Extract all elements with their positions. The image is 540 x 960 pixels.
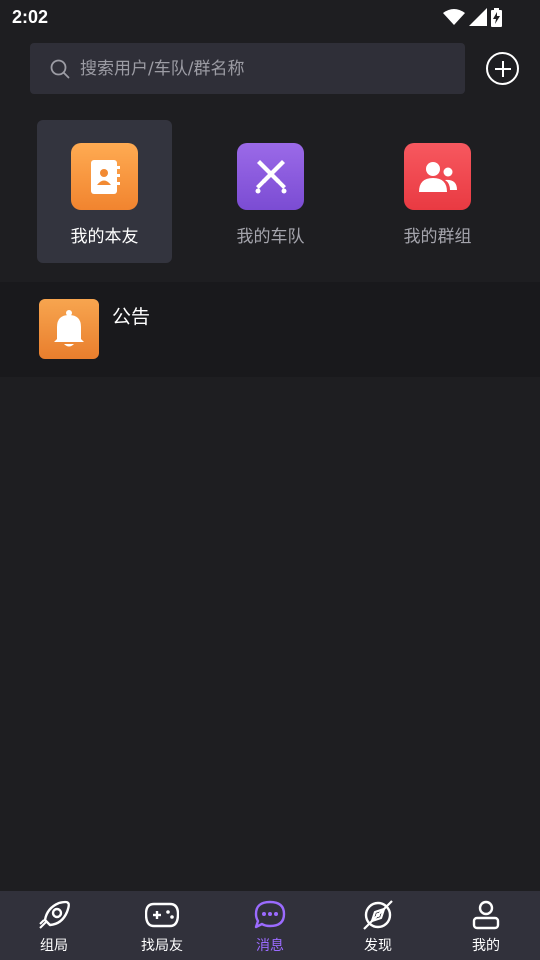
bottom-nav: 组局 找局友 消息 发现 我的 bbox=[0, 891, 540, 960]
nav-item-organize[interactable]: 组局 bbox=[0, 891, 108, 960]
contact-book-icon bbox=[71, 143, 138, 210]
notice-title: 公告 bbox=[112, 306, 151, 328]
nav-item-messages[interactable]: 消息 bbox=[216, 891, 324, 960]
wifi-icon bbox=[443, 9, 465, 25]
search-bar-row bbox=[0, 34, 540, 108]
category-my-groups[interactable]: 我的群组 bbox=[370, 120, 505, 263]
nav-label: 我的 bbox=[472, 938, 500, 954]
compass-icon bbox=[362, 899, 394, 931]
nav-label: 组局 bbox=[40, 938, 68, 954]
nav-item-discover[interactable]: 发现 bbox=[324, 891, 432, 960]
notice-list-item[interactable]: 公告 bbox=[0, 282, 540, 377]
bell-icon bbox=[39, 299, 99, 359]
nav-label: 发现 bbox=[364, 938, 392, 954]
category-label: 我的群组 bbox=[403, 227, 472, 247]
nav-label: 消息 bbox=[256, 938, 284, 954]
plus-circle-icon bbox=[494, 60, 511, 77]
add-button[interactable] bbox=[486, 52, 519, 85]
status-icons bbox=[443, 7, 502, 27]
category-label: 我的车队 bbox=[236, 227, 305, 247]
cellular-signal-icon bbox=[469, 8, 487, 26]
search-box[interactable] bbox=[30, 43, 465, 94]
search-icon bbox=[50, 59, 70, 78]
category-my-team[interactable]: 我的车队 bbox=[203, 120, 338, 263]
crossed-swords-icon bbox=[237, 143, 304, 210]
status-time: 2:02 bbox=[12, 6, 49, 27]
gamepad-icon bbox=[145, 899, 179, 931]
nav-label: 找局友 bbox=[141, 938, 183, 954]
category-label: 我的本友 bbox=[70, 227, 139, 247]
status-bar: 2:02 bbox=[0, 0, 540, 34]
nav-item-me[interactable]: 我的 bbox=[432, 891, 540, 960]
group-users-icon bbox=[404, 143, 471, 210]
category-my-friends[interactable]: 我的本友 bbox=[37, 120, 172, 263]
chat-bubble-icon bbox=[254, 899, 286, 931]
category-row: 我的本友 我的车队 我的群组 bbox=[0, 108, 540, 280]
battery-charging-icon bbox=[491, 7, 502, 27]
user-profile-icon bbox=[471, 899, 501, 931]
nav-item-find-mates[interactable]: 找局友 bbox=[108, 891, 216, 960]
search-input[interactable] bbox=[80, 58, 440, 79]
rocket-icon bbox=[37, 899, 71, 931]
